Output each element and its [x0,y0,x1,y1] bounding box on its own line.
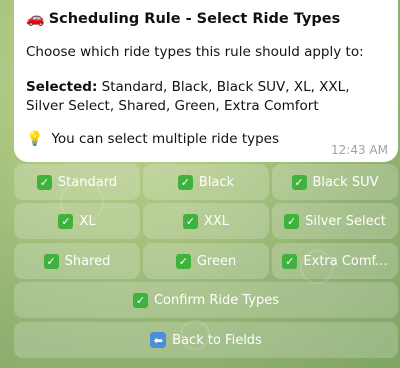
check-icon: ✓ [284,213,300,229]
back-label: Back to Fields [172,332,262,348]
check-icon: ✓ [291,174,307,190]
check-icon: ✓ [282,253,298,269]
ride-type-label: Shared [64,253,111,269]
lightbulb-icon: 💡 [26,131,44,147]
ride-type-button[interactable]: ✓ XXL [143,203,269,239]
ride-type-label: Black [198,174,235,190]
check-icon: ✓ [132,292,148,308]
ride-type-label: Extra Comf... [303,253,388,269]
ride-type-label: XL [79,213,96,229]
ride-type-button[interactable]: ✓ Silver Select [272,203,398,239]
message-prompt: Choose which ride types this rule should… [26,44,364,60]
selected-label: Selected: [26,79,98,95]
selected-summary: Selected: Standard, Black, Black SUV, XL… [26,78,386,116]
message-title-text: Scheduling Rule - Select Ride Types [48,11,341,27]
ride-type-button[interactable]: ✓ Black SUV [272,164,398,200]
message-title: 🚗 Scheduling Rule - Select Ride Types [26,8,386,29]
ride-type-button[interactable]: ✓ XL [14,203,140,239]
ride-type-button[interactable]: ✓ Extra Comf... [272,243,398,279]
check-icon: ✓ [36,174,52,190]
check-icon: ✓ [177,174,193,190]
check-icon: ✓ [175,253,191,269]
back-to-fields-button[interactable]: ⬅ Back to Fields [14,322,398,358]
message-bubble: 🚗 Scheduling Rule - Select Ride Types Cho… [14,0,398,162]
ride-type-label: XXL [203,213,230,229]
ride-type-button[interactable]: ✓ Black [143,164,269,200]
ride-type-button[interactable]: ✓ Shared [14,243,140,279]
ride-type-label: Standard [57,174,118,190]
ride-type-label: Green [196,253,237,269]
ride-type-label: Silver Select [305,213,386,229]
check-icon: ✓ [58,213,74,229]
car-icon: 🚗 [26,9,45,27]
message-time: 12:43 AM [331,143,388,157]
ride-type-label: Black SUV [312,174,379,190]
confirm-label: Confirm Ride Types [153,292,280,308]
ride-type-button[interactable]: ✓ Green [143,243,269,279]
check-icon: ✓ [182,213,198,229]
ride-type-button[interactable]: ✓ Standard [14,164,140,200]
check-icon: ✓ [43,253,59,269]
back-arrow-icon: ⬅ [150,332,167,348]
hint-text: You can select multiple ride types [51,131,280,147]
confirm-ride-types-button[interactable]: ✓ Confirm Ride Types [14,282,398,318]
